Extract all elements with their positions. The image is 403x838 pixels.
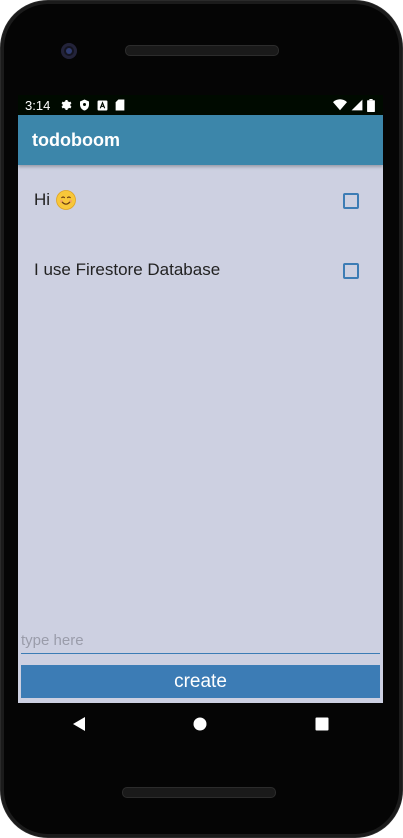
todo-text: I use Firestore Database — [34, 260, 220, 280]
battery-icon — [367, 98, 375, 112]
top-speaker — [125, 45, 279, 56]
todo-checkbox[interactable] — [343, 193, 359, 209]
smiling-face-icon — [56, 190, 76, 210]
todo-input-wrapper — [21, 627, 380, 654]
todo-input[interactable] — [21, 627, 380, 653]
shield-icon — [80, 99, 90, 111]
signal-icon — [351, 99, 363, 111]
gear-icon — [61, 100, 72, 110]
wifi-icon — [333, 99, 347, 111]
home-button[interactable] — [180, 704, 220, 744]
todo-label: I use Firestore Database — [34, 260, 221, 279]
todo-label: Hi — [34, 190, 51, 209]
nav-bar — [18, 703, 383, 745]
status-bar: 3:14 — [18, 95, 383, 115]
back-button[interactable] — [59, 704, 99, 744]
create-button[interactable]: create — [21, 665, 380, 698]
todo-checkbox[interactable] — [343, 263, 359, 279]
app-title: todoboom — [32, 129, 120, 150]
recents-button[interactable] — [302, 704, 342, 744]
status-icons-left — [60, 99, 125, 111]
sd-card-icon — [115, 99, 125, 111]
status-time: 3:14 — [25, 97, 51, 113]
todo-list: Hi I use Firestore Database — [18, 165, 383, 305]
app-bar: todoboom — [18, 115, 383, 165]
recents-icon — [315, 717, 329, 731]
todo-item: I use Firestore Database — [18, 235, 383, 305]
todo-text: Hi — [34, 190, 76, 210]
phone-frame: 3:14 todoboom Hi I use Firestore Databas… — [0, 0, 403, 838]
bottom-speaker — [122, 787, 276, 798]
status-icons-right — [333, 98, 375, 112]
back-icon — [72, 717, 85, 731]
home-icon — [193, 717, 207, 731]
app-screen: 3:14 todoboom Hi I use Firestore Databas… — [18, 95, 383, 703]
todo-item: Hi — [18, 165, 383, 235]
font-icon — [97, 100, 108, 110]
front-camera — [61, 43, 77, 59]
